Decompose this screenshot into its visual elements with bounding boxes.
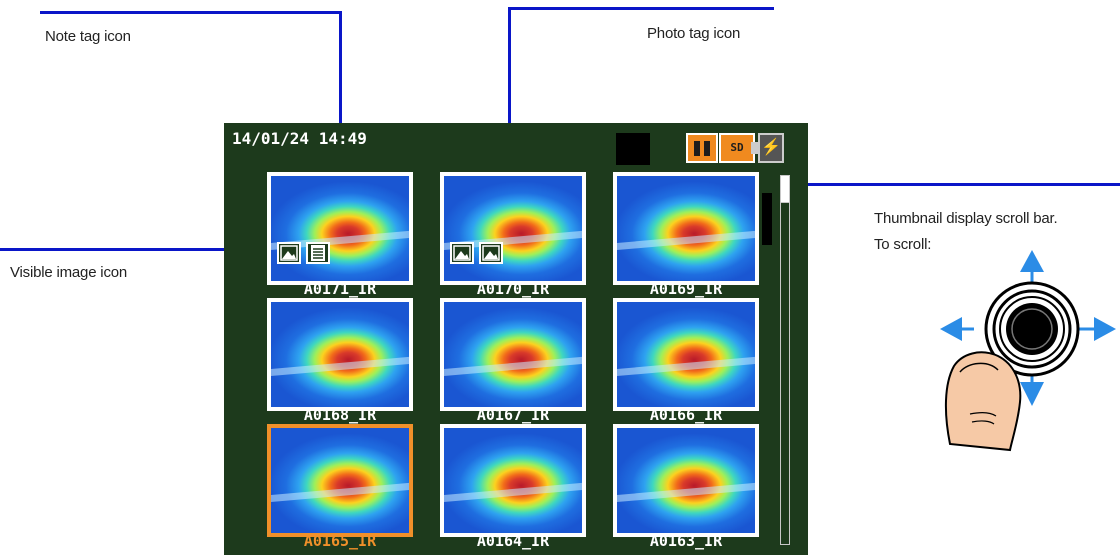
note-tag-icon — [306, 242, 330, 264]
thumbnail-scrollbar-track[interactable] — [780, 175, 790, 545]
thumbnail-label: A0167_IR — [476, 406, 550, 424]
thermal-image — [271, 428, 409, 533]
power-icon: ⚡ — [758, 133, 784, 163]
thumbnail-label: A0163_IR — [649, 532, 723, 550]
side-marker — [762, 193, 772, 245]
sd-card-icon: SD — [719, 133, 755, 163]
thumbnail-label: A0170_IR — [476, 280, 550, 298]
thumbnail[interactable] — [267, 298, 413, 411]
battery-nub — [751, 142, 758, 154]
thermal-image — [444, 302, 582, 407]
thermal-image — [444, 176, 582, 281]
note-tag-callout: Note tag icon — [45, 28, 131, 45]
thermal-image — [271, 176, 409, 281]
datetime-display: 14/01/24 14:49 — [232, 129, 367, 148]
thermal-image — [444, 428, 582, 533]
thumbnail[interactable] — [613, 172, 759, 285]
thumbnail-scrollbar-thumb[interactable] — [780, 175, 790, 203]
status-blank — [616, 133, 650, 165]
pause-icon — [686, 133, 718, 163]
thumbnail-label: A0164_IR — [476, 532, 550, 550]
photo-tag-line-h — [508, 7, 774, 10]
thumbnail[interactable] — [440, 424, 586, 537]
thumbnail[interactable] — [440, 298, 586, 411]
thermal-image — [271, 302, 409, 407]
thumbnail[interactable] — [267, 424, 413, 537]
photo-tag-icon — [479, 242, 503, 264]
visible-image-callout: Visible image icon — [10, 264, 128, 281]
visible-image-icon — [450, 242, 474, 264]
thermal-image — [617, 302, 755, 407]
photo-tag-callout: Photo tag icon — [647, 25, 741, 42]
thumbnail[interactable] — [613, 424, 759, 537]
thumbnail[interactable] — [267, 172, 413, 285]
thumbnail-screen: 14/01/24 14:49 SD ⚡ A0171_IR A0170_IR A016… — [224, 123, 808, 555]
scroll-bar-line — [792, 183, 1120, 186]
thumbnail-label: A0171_IR — [303, 280, 377, 298]
thermal-image — [617, 176, 755, 281]
thumbnail-label: A0166_IR — [649, 406, 723, 424]
thumbnail[interactable] — [613, 298, 759, 411]
thumbnail-label: A0169_IR — [649, 280, 723, 298]
joystick-icon — [940, 250, 1116, 452]
thumbnail[interactable] — [440, 172, 586, 285]
scroll-bar-callout-line1: Thumbnail display scroll bar. — [874, 210, 1058, 227]
thumbnail-label: A0165_IR — [303, 532, 377, 550]
visible-image-icon — [277, 242, 301, 264]
thermal-image — [617, 428, 755, 533]
scroll-bar-callout-line2: To scroll: — [874, 236, 932, 253]
thumbnail-label: A0168_IR — [303, 406, 377, 424]
note-tag-line-h — [40, 11, 342, 14]
